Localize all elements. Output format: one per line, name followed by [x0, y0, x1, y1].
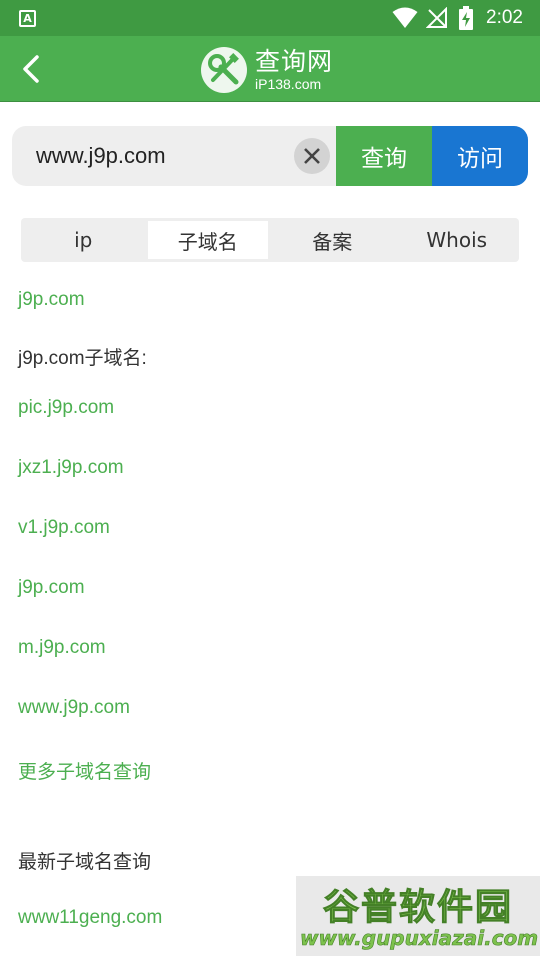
wifi-icon [392, 7, 418, 28]
tab-icp-record[interactable]: 备案 [272, 221, 393, 259]
search-bar: 查询 访问 [12, 126, 528, 186]
watermark-title: 谷普软件园 [322, 887, 513, 929]
watermark: 谷普软件园 www.gupuxiazai.com [296, 876, 540, 956]
latest-query-link[interactable]: www11geng.com [18, 907, 162, 929]
tab-subdomain[interactable]: 子域名 [147, 221, 268, 259]
visit-button[interactable]: 访问 [432, 126, 528, 186]
app-notification-icon: A [19, 10, 36, 27]
app-bar: 查询网 iP138.com [0, 36, 540, 102]
tab-whois[interactable]: Whois [397, 221, 518, 259]
tab-ip[interactable]: ip [23, 221, 144, 259]
latest-queries-heading: 最新子域名查询 [18, 852, 152, 873]
tab-bar: ip 子域名 备案 Whois [21, 218, 519, 262]
watermark-url: www.gupuxiazai.com [300, 926, 539, 951]
subdomain-link[interactable]: v1.j9p.com [18, 517, 110, 539]
app-title: 查询网 [255, 47, 334, 76]
subdomain-link[interactable]: pic.j9p.com [18, 397, 114, 419]
logo-badge [201, 47, 247, 93]
clock: 2:02 [486, 7, 523, 28]
subdomain-link[interactable]: m.j9p.com [18, 637, 106, 659]
app-logo: 查询网 iP138.com [201, 45, 333, 95]
domain-input[interactable] [12, 126, 336, 186]
back-button[interactable] [10, 48, 52, 90]
app-subtitle: iP138.com [255, 76, 322, 92]
subdomain-heading: j9p.com子域名: [18, 348, 147, 369]
subdomain-link[interactable]: j9p.com [18, 577, 85, 599]
no-signal-icon [426, 7, 447, 28]
domain-link[interactable]: j9p.com [18, 289, 85, 311]
query-button[interactable]: 查询 [336, 126, 432, 186]
tools-icon [208, 53, 239, 85]
close-icon [304, 148, 320, 164]
back-arrow-icon [23, 55, 39, 83]
clear-button[interactable] [294, 138, 330, 174]
subdomain-link[interactable]: www.j9p.com [18, 697, 130, 719]
more-subdomains-link[interactable]: 更多子域名查询 [18, 757, 151, 784]
battery-charging-icon [459, 6, 473, 30]
status-bar: A 2:02 [0, 0, 540, 36]
subdomain-link[interactable]: jxz1.j9p.com [18, 457, 124, 479]
